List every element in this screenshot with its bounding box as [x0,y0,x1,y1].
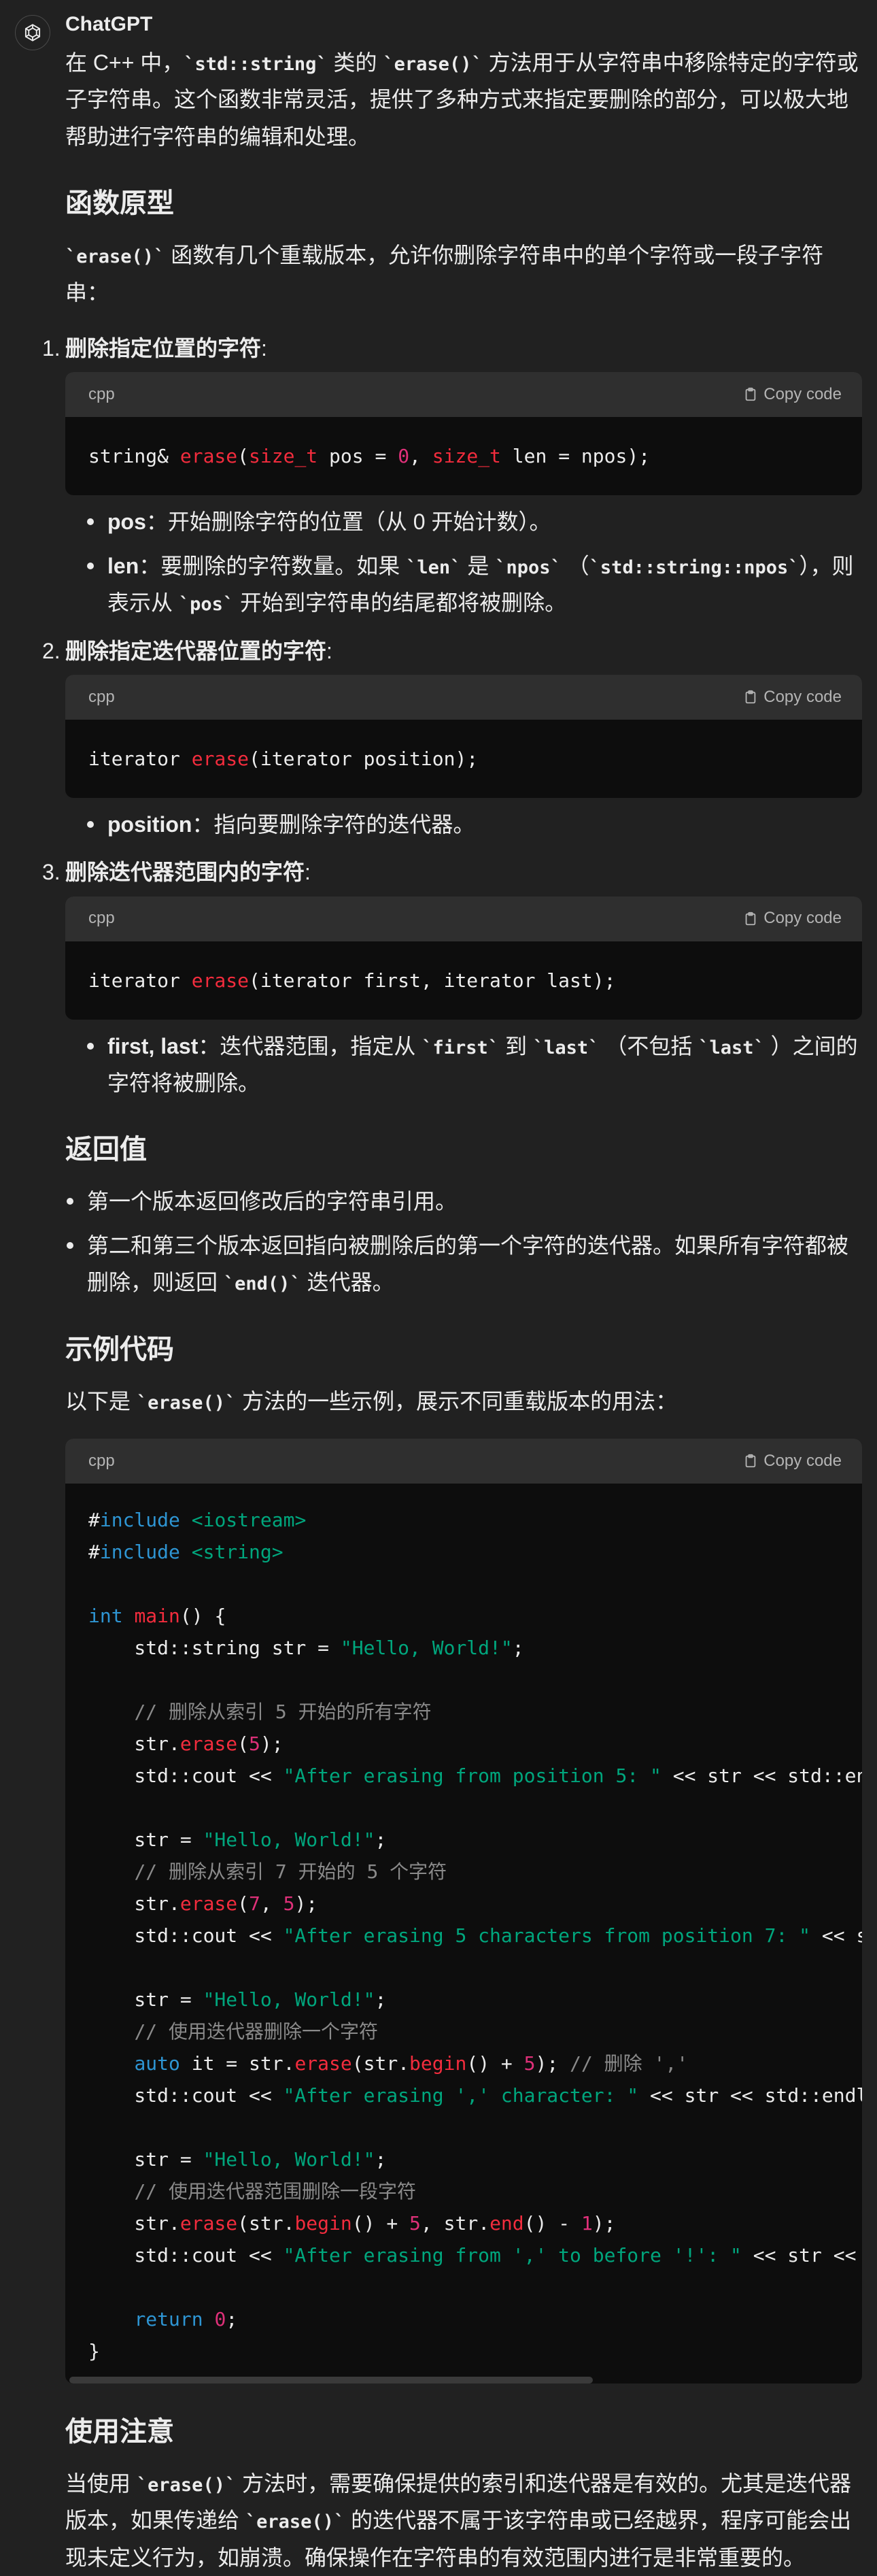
example-code-body: #include <iostream> #include <string> in… [88,1509,862,2363]
copy-code-button[interactable]: Copy code [743,905,842,933]
copy-code-button[interactable]: Copy code [743,381,842,409]
overload-item: 1. 删除指定位置的字符: cpp Copy code string& eras… [42,330,862,622]
overload-item: 2. 删除指定迭代器位置的字符: cpp Copy code iterator … [42,633,862,843]
heading-returns: 返回值 [65,1135,147,1165]
code-header: cpp Copy code [65,674,862,720]
copy-label: Copy code [763,384,842,403]
code-language: cpp [88,687,115,706]
returns-list: 第一个版本返回修改后的字符串引用。 第二和第三个版本返回指向被删除后的第一个字符… [65,1183,862,1301]
example-intro: 以下是 `erase()` 方法的一些示例，展示不同重载版本的用法： [65,1388,678,1414]
code-language: cpp [88,384,115,403]
heading-prototype: 函数原型 [65,188,174,219]
clipboard-icon [745,1454,756,1468]
code-language: cpp [88,909,115,928]
param-item: pos：开始删除字符的位置（从 0 开始计数）。 [65,503,862,540]
overload-list: 1. 删除指定位置的字符: cpp Copy code string& eras… [42,330,862,1102]
returns-item: 第一个版本返回修改后的字符串引用。 [65,1183,862,1220]
step-number: 2. [42,638,61,663]
param-text: ：指向要删除字符的迭代器。 [192,812,475,837]
example-code-block: cpp Copy code #include <iostream> #inclu… [65,1439,862,2384]
avatar [15,15,50,50]
param-text: ：要删除的字符数量。如果 `len` 是 `npos` （`std::strin… [107,553,854,616]
heading-notes: 使用注意 [65,2417,174,2447]
overload-item: 3. 删除迭代器范围内的字符: cpp Copy code iterator e… [42,854,862,1102]
horizontal-scrollbar[interactable] [65,2377,862,2384]
returns-item: 第二和第三个版本返回指向被删除后的第一个字符的迭代器。如果所有字符都被删除，则返… [65,1227,862,1301]
param-list: position：指向要删除字符的迭代器。 [65,806,862,843]
code-block: cpp Copy code string& erase(size_t pos =… [65,372,862,496]
code-header: cpp Copy code [65,372,862,418]
openai-logo-icon [24,24,41,41]
heading-example: 示例代码 [65,1334,174,1365]
step-number: 3. [42,860,61,885]
param-term: pos [107,509,146,535]
notes-paragraph: 当使用 `erase()` 方法时，需要确保提供的索引和迭代器是有效的。尤其是迭… [65,2471,852,2570]
code-body: iterator erase(iterator position); [88,747,479,770]
copy-label: Copy code [763,1451,842,1470]
param-item: len：要删除的字符数量。如果 `len` 是 `npos` （`std::st… [65,548,862,622]
step-colon: : [305,860,311,885]
param-item: first, last：迭代器范围，指定从 `first` 到 `last` （… [65,1028,862,1102]
param-term: position [107,812,192,837]
param-item: position：指向要删除字符的迭代器。 [65,806,862,843]
message-content: ChatGPT 在 C++ 中，`std::string` 类的 `erase(… [42,8,862,2576]
copy-label: Copy code [763,909,842,928]
scrollbar-thumb[interactable] [69,2377,593,2384]
code-header: cpp Copy code [65,896,862,941]
code-body: string& erase(size_t pos = 0, size_t len… [88,445,651,468]
code-block: cpp Copy code iterator erase(iterator po… [65,674,862,798]
copy-code-button[interactable]: Copy code [743,684,842,712]
step-number: 1. [42,335,61,361]
param-text: ：开始删除字符的位置（从 0 开始计数）。 [145,509,551,535]
clipboard-icon [745,388,756,401]
copy-code-button[interactable]: Copy code [743,1448,842,1475]
param-list: pos：开始删除字符的位置（从 0 开始计数）。 len：要删除的字符数量。如果… [65,503,862,621]
param-list: first, last：迭代器范围，指定从 `first` 到 `last` （… [65,1028,862,1102]
param-term: first, last [107,1033,199,1058]
prototype-intro: `erase()` 函数有几个重载版本，允许你删除字符串中的单个字符或一段子字符… [65,243,824,305]
step-colon: : [261,335,267,361]
code-language: cpp [88,1451,115,1470]
intro-paragraph: 在 C++ 中，`std::string` 类的 `erase()` 方法用于从… [65,50,859,149]
step-title: 删除指定迭代器位置的字符 [65,638,327,663]
clipboard-icon [745,690,756,704]
step-colon: : [326,638,332,663]
code-body: iterator erase(iterator first, iterator … [88,969,616,992]
clipboard-icon [745,911,756,925]
step-title: 删除指定位置的字符 [65,335,262,361]
param-text: ：迭代器范围，指定从 `first` 到 `last` （不包括 `last` … [107,1033,858,1096]
param-term: len [107,553,139,578]
code-block: cpp Copy code iterator erase(iterator fi… [65,896,862,1020]
author-name: ChatGPT [65,13,153,35]
copy-label: Copy code [763,687,842,706]
step-title: 删除迭代器范围内的字符 [65,860,305,885]
code-header: cpp Copy code [65,1439,862,1484]
